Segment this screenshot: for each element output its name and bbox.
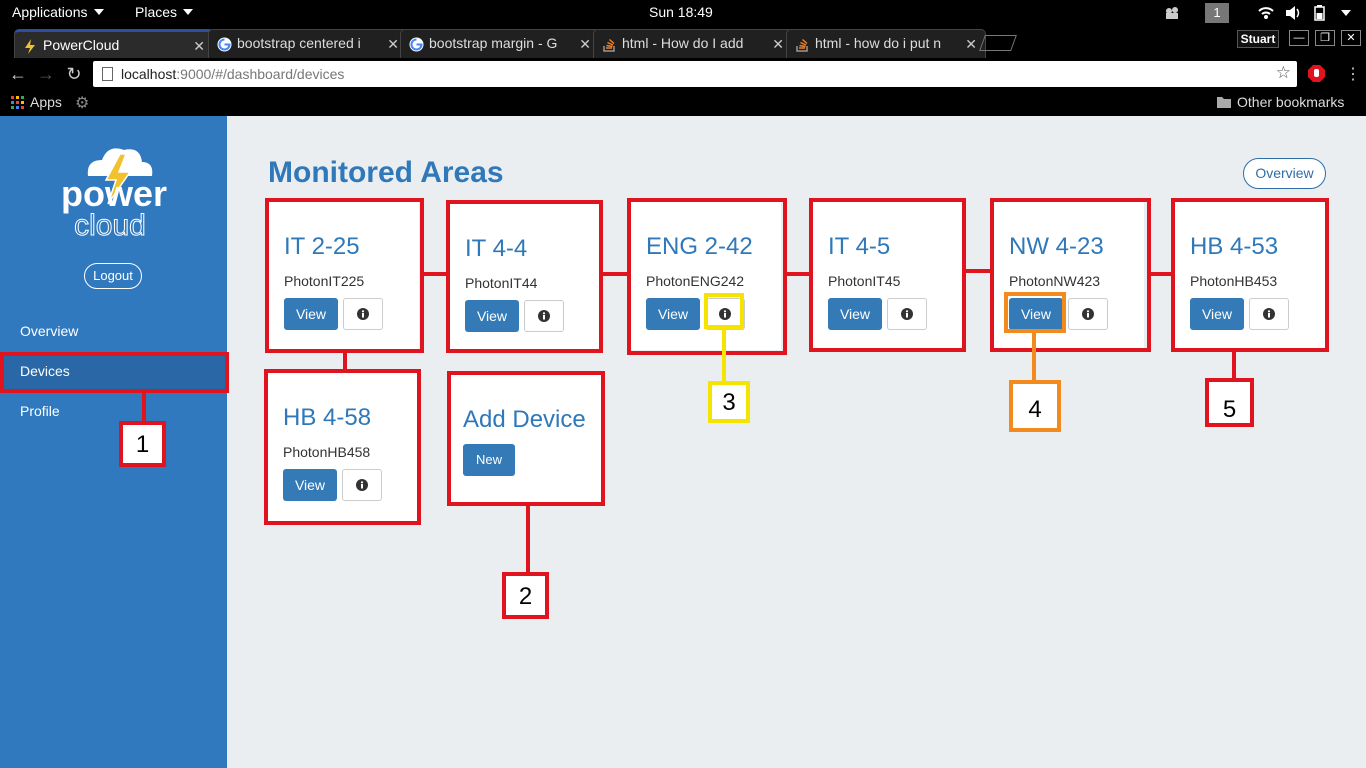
- annotation-label-2: 2: [502, 572, 549, 619]
- close-icon[interactable]: ✕: [579, 36, 591, 53]
- annotation-box: [264, 369, 421, 525]
- gear-icon[interactable]: ⚙: [75, 93, 89, 113]
- chevron-down-icon: [183, 9, 194, 15]
- address-bar[interactable]: localhost:9000/#/dashboard/devices ☆: [93, 61, 1297, 87]
- bookmark-star-icon[interactable]: ☆: [1276, 63, 1291, 83]
- annotation-box: [809, 198, 966, 352]
- annotation-box: [446, 200, 603, 353]
- places-label: Places: [135, 4, 178, 20]
- annotation-box: [447, 371, 605, 506]
- annotation-box-yellow: [704, 293, 744, 329]
- logout-button[interactable]: Logout: [84, 263, 142, 289]
- system-top-bar: Applications Places Sun 18:49 1: [0, 0, 1366, 26]
- url-host: localhost: [121, 66, 177, 82]
- annotation-connector: [343, 353, 347, 369]
- logo-text-power: power: [61, 173, 167, 214]
- close-icon[interactable]: ✕: [387, 36, 399, 53]
- tab-strip: PowerCloud ✕ bootstrap centered i ✕ boot…: [0, 26, 1366, 58]
- apps-shortcut[interactable]: Apps: [11, 94, 62, 110]
- tab-google-2[interactable]: bootstrap margin - G ✕: [400, 29, 600, 58]
- annotation-connector: [526, 506, 530, 572]
- google-icon: [217, 37, 232, 52]
- page-title: Monitored Areas: [268, 156, 504, 189]
- system-menu-caret-icon[interactable]: [1341, 10, 1351, 16]
- reload-icon[interactable]: ↻: [63, 63, 85, 85]
- annotation-connector: [787, 272, 809, 276]
- page-info-icon[interactable]: [102, 67, 113, 81]
- annotation-box-devices: [0, 352, 229, 393]
- annotation-box: [265, 198, 424, 353]
- sidebar: power cloud Logout Overview Devices Prof…: [0, 116, 227, 768]
- workspace-indicator[interactable]: 1: [1205, 3, 1229, 23]
- overview-button[interactable]: Overview: [1243, 158, 1326, 189]
- tab-title: PowerCloud: [43, 37, 120, 53]
- annotation-connector: [966, 269, 990, 273]
- extension-icon[interactable]: [1308, 65, 1325, 82]
- tab-stackoverflow-1[interactable]: html - How do I add ✕: [593, 29, 793, 58]
- close-icon[interactable]: ✕: [965, 36, 977, 53]
- menu-kebab-icon[interactable]: ⋮: [1345, 64, 1361, 84]
- tab-stackoverflow-2[interactable]: html - how do i put n ✕: [786, 29, 986, 58]
- minimize-button[interactable]: —: [1289, 30, 1309, 46]
- annotation-label-1: 1: [119, 421, 166, 467]
- url-path: :9000/#/dashboard/devices: [176, 66, 345, 82]
- battery-icon[interactable]: [1312, 5, 1328, 21]
- annotation-box: [627, 198, 787, 355]
- annotation-connector: [603, 272, 627, 276]
- annotation-connector-orange: [1032, 333, 1036, 380]
- bookmarks-bar: Apps ⚙ Other bookmarks: [0, 90, 1366, 116]
- forward-icon[interactable]: →: [35, 63, 57, 85]
- annotation-connector: [142, 393, 146, 421]
- tab-powercloud[interactable]: PowerCloud ✕: [14, 29, 214, 58]
- tab-title: html - How do I add: [622, 35, 744, 51]
- wifi-icon[interactable]: [1258, 5, 1274, 21]
- logo-text-cloud: cloud: [74, 209, 146, 242]
- stackoverflow-icon: [603, 38, 615, 52]
- chevron-down-icon: [93, 9, 104, 15]
- annotation-connector: [1232, 352, 1236, 378]
- apps-label: Apps: [30, 94, 62, 110]
- sidebar-item-profile[interactable]: Profile: [0, 393, 227, 431]
- sidebar-item-overview[interactable]: Overview: [0, 313, 227, 351]
- google-icon: [409, 37, 424, 52]
- annotation-connector: [424, 272, 446, 276]
- other-bookmarks[interactable]: Other bookmarks: [1217, 94, 1344, 110]
- camera-icon[interactable]: [1164, 5, 1180, 21]
- lightning-icon: [25, 39, 35, 54]
- applications-menu[interactable]: Applications: [12, 4, 104, 20]
- apps-grid-icon: [11, 95, 24, 109]
- annotation-box-orange: [1004, 292, 1066, 333]
- profile-user-badge[interactable]: Stuart: [1237, 30, 1279, 48]
- browser-toolbar: ← → ↻ localhost:9000/#/dashboard/devices…: [0, 58, 1366, 90]
- close-icon[interactable]: ✕: [193, 38, 205, 55]
- back-icon[interactable]: ←: [7, 63, 29, 85]
- annotation-label-5: 5: [1205, 378, 1254, 427]
- close-icon[interactable]: ✕: [772, 36, 784, 53]
- annotation-connector: [1151, 272, 1171, 276]
- applications-label: Applications: [12, 4, 88, 20]
- new-tab-button[interactable]: [979, 35, 1017, 51]
- powercloud-logo: power cloud: [61, 148, 167, 242]
- clock[interactable]: Sun 18:49: [649, 4, 713, 20]
- volume-icon[interactable]: [1285, 5, 1301, 21]
- other-bookmarks-label: Other bookmarks: [1237, 94, 1345, 110]
- annotation-label-4: 4: [1009, 380, 1061, 432]
- tab-title: bootstrap centered i: [237, 35, 361, 51]
- tab-title: html - how do i put n: [815, 35, 942, 51]
- annotation-box: [1171, 198, 1329, 352]
- tab-google-1[interactable]: bootstrap centered i ✕: [208, 29, 408, 58]
- tab-title: bootstrap margin - G: [429, 35, 558, 51]
- stackoverflow-icon: [796, 38, 808, 52]
- maximize-button[interactable]: ❐: [1315, 30, 1335, 46]
- places-menu[interactable]: Places: [135, 4, 194, 20]
- annotation-label-3: 3: [708, 381, 750, 423]
- annotation-connector-yellow: [722, 329, 726, 381]
- folder-icon: [1217, 97, 1231, 108]
- window-close-button[interactable]: ✕: [1341, 30, 1361, 46]
